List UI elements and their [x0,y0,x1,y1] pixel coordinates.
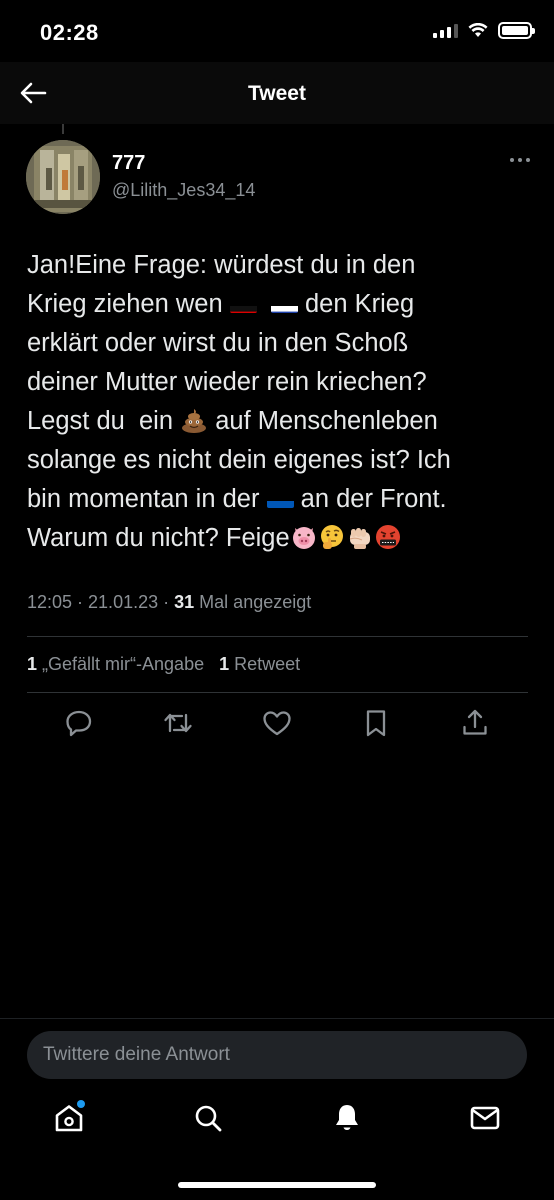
divider [0,1018,554,1019]
tweet-line: bin momentan in der an der Front. [27,480,532,519]
flag-ukraine-icon [266,491,294,508]
likes-count: 1 [27,654,38,674]
notification-dot [77,1100,85,1108]
bottom-tab-bar [0,1094,554,1154]
retweets-count: 1 [219,654,230,674]
thinking-face-emoji-icon [320,525,343,549]
reply-button[interactable] [62,706,96,740]
tab-messages[interactable] [467,1100,503,1136]
tab-home[interactable] [51,1100,87,1136]
tweet-line: Warum du nicht? Feige [27,519,532,558]
avatar-image [26,140,100,214]
tab-search[interactable] [190,1100,226,1136]
tweet-actions [0,706,554,746]
reply-icon [66,710,92,737]
poop-emoji-icon [182,409,207,433]
thread-line [62,124,64,134]
retweet-button[interactable] [161,706,195,740]
retweets-label: Retweet [234,654,301,674]
divider [27,692,528,693]
search-icon [195,1105,222,1132]
more-options-button[interactable] [510,158,530,162]
like-button[interactable] [260,706,294,740]
status-icons [433,22,535,39]
tweet-line: Legst du ein auf Menschenleben [27,407,438,435]
nav-header: Tweet [0,62,554,124]
tweet-line: Krieg ziehen wen den Krieg [27,285,532,324]
status-time: 02:28 [40,20,99,45]
flag-russia-icon [270,296,298,313]
home-indicator [178,1182,376,1188]
mail-icon [470,1106,500,1130]
signal-icon [433,23,458,38]
heart-icon [263,711,291,736]
wifi-icon [468,23,488,37]
flag-germany-icon [229,296,257,313]
tweet-text: Jan!Eine Frage: würdest du in den Krieg … [27,246,532,558]
share-button[interactable] [458,706,492,740]
avatar[interactable] [26,140,100,214]
pig-face-emoji-icon [292,527,315,549]
divider [27,636,528,637]
tweet-line: solange es nicht dein eigenes ist? Ich [27,446,451,474]
tweet-meta: 12:05 · 21.01.23 · 31 Mal angezeigt [27,592,311,613]
page-title: Tweet [248,82,306,105]
fist-emoji-icon [349,528,370,549]
bookmark-icon [366,710,386,737]
bookmark-button[interactable] [359,706,393,740]
display-name[interactable]: 777 [112,152,145,175]
tweet-line: deiner Mutter wieder rein kriechen? [27,368,427,396]
status-bar: 02:28 [0,0,554,62]
cursing-face-emoji-icon [375,525,400,549]
retweets-stat[interactable]: 1 Retweet [219,654,300,674]
battery-icon [498,22,535,39]
reply-box[interactable] [27,1031,527,1079]
retweet-icon [164,713,192,733]
tab-notifications[interactable] [329,1100,365,1136]
likes-stat[interactable]: 1 „Gefällt mir“-Angabe [27,654,204,674]
tweet-line: erklärt oder wirst du in den Schoß [27,329,409,357]
views-label: Mal angezeigt [199,592,312,612]
bell-icon [336,1105,358,1130]
user-handle[interactable]: @Lilith_Jes34_14 [112,180,255,201]
tweet-stats: 1 „Gefällt mir“-Angabe 1 Retweet [27,654,300,675]
views-count: 31 [174,592,195,612]
likes-label: „Gefällt mir“-Angabe [42,654,205,674]
tweet-line: Jan!Eine Frage: würdest du in den [27,251,416,279]
reply-input[interactable] [27,1031,527,1079]
share-icon [463,709,487,735]
tweet-timestamp[interactable]: 12:05 · 21.01.23 · [27,592,169,612]
